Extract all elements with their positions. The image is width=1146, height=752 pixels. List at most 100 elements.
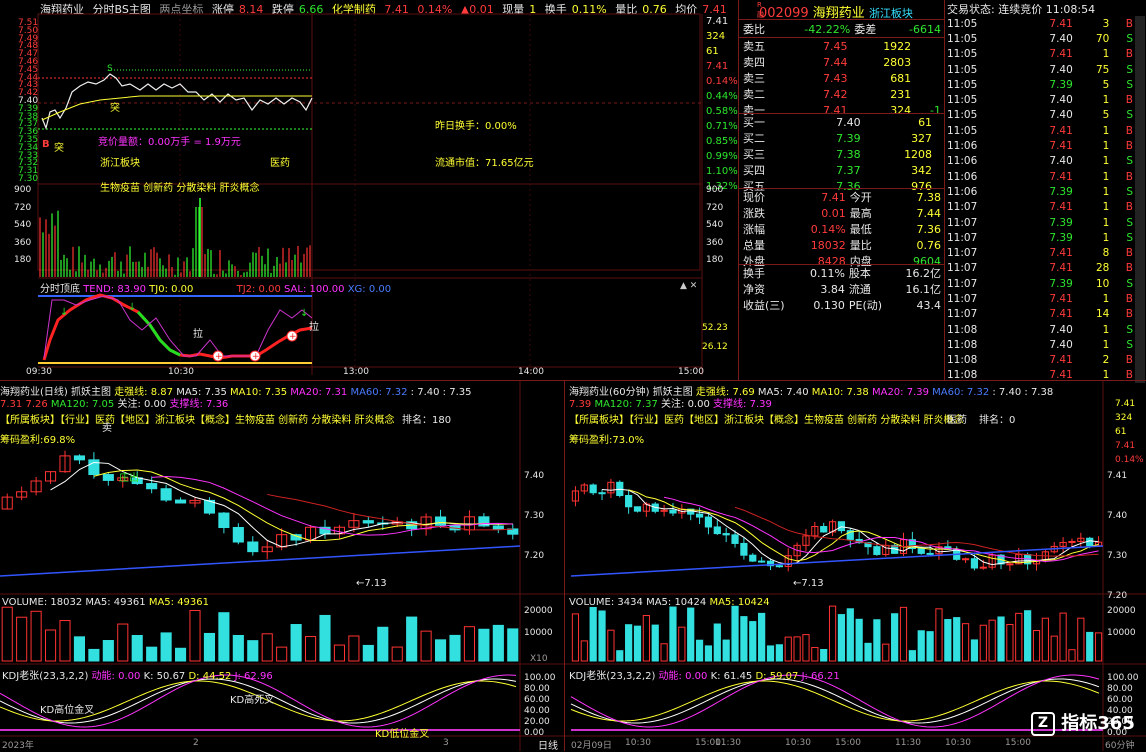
- tick-volume: 1: [1102, 231, 1110, 244]
- tick-row[interactable]: 11:06 7.41 1 B: [945, 138, 1145, 154]
- tick-row[interactable]: 11:06 7.41 1 B: [945, 168, 1145, 185]
- quote-row[interactable]: 卖五 7.45 1922: [741, 38, 943, 54]
- hourly-panel[interactable]: 海翔药业(60分钟) 抓妖主图 走强线: 7.69 MA5: 7.40 MA10…: [564, 380, 1146, 751]
- tick-row[interactable]: 11:05 7.40 70 S: [945, 31, 1145, 47]
- hourly-time-tick: 15:00: [835, 738, 861, 748]
- tick-row[interactable]: 11:07 7.41 14 B: [945, 306, 1145, 322]
- volume-bar: [660, 643, 668, 662]
- tick-row[interactable]: 11:07 7.41 1 B: [945, 291, 1145, 307]
- tick-time: 11:07: [947, 262, 978, 275]
- tick-row[interactable]: 11:05 7.41 1 B: [945, 123, 1145, 139]
- tick-row[interactable]: 11:05 7.40 1 B: [945, 92, 1145, 108]
- avg-line: [41, 95, 312, 121]
- quote-row[interactable]: 卖三 7.43 681: [741, 70, 943, 86]
- ticks-panel[interactable]: 交易状态: 连续竞价 11:08:54 11:05 7.41 3 B 11:05 7.40…: [944, 0, 1146, 384]
- quote-panel[interactable]: R 融 002099 海翔药业 浙江板块 委比 -42.22% 委差 -6614 卖五…: [738, 0, 945, 380]
- volume-bar: [678, 626, 686, 662]
- tick-row[interactable]: 11:07 7.39 1 S: [945, 230, 1145, 246]
- indicator-close-icon[interactable]: ▲ ✕: [680, 281, 697, 291]
- volume-bar: [766, 645, 775, 662]
- tick-row[interactable]: 11:07 7.41 28 B: [945, 260, 1145, 277]
- tick-row[interactable]: 11:07 7.41 8 B: [945, 245, 1145, 261]
- hourly-vol-name[interactable]: VOLUME: 3434: [569, 597, 643, 608]
- daily-panel[interactable]: 海翔药业(日线) 抓妖主图 走强线: 8.87 MA5: 7.35 MA10: …: [0, 380, 564, 752]
- quote-row[interactable]: 收益(三) 0.130 PE(动) 43.4: [741, 297, 943, 313]
- tick-row[interactable]: 11:08 7.40 1 S: [945, 337, 1145, 353]
- tu-mark: 突: [54, 143, 64, 154]
- kdj-axis-tick: 20.00: [524, 717, 550, 727]
- tick-row[interactable]: 11:07 7.39 1 S: [945, 214, 1145, 231]
- tick-volume: 10: [1095, 277, 1110, 290]
- hourly-support: 支撑线: 7.39: [713, 399, 772, 410]
- hourly-chart[interactable]: [565, 381, 1146, 751]
- quote-row[interactable]: 卖四 7.44 2803: [741, 54, 943, 70]
- tick-volume: 1: [1102, 48, 1110, 61]
- level-price: 7.39: [836, 131, 861, 145]
- volume-bar: [873, 619, 881, 662]
- volume-bar: [837, 614, 846, 662]
- tick-scroll: [1135, 214, 1145, 231]
- price-line: [41, 73, 313, 130]
- tick-row[interactable]: 11:05 7.41 1 B: [945, 46, 1145, 62]
- candle-body: [970, 558, 979, 569]
- tick-scroll: [1135, 230, 1145, 246]
- daily-chart[interactable]: [0, 381, 564, 751]
- quote-row[interactable]: 卖二 7.42 231: [741, 86, 943, 102]
- volume-bar: [1094, 632, 1103, 662]
- tick-price: 7.41: [1049, 247, 1073, 260]
- tu-mark-2: 突: [110, 103, 120, 114]
- hourly-kdj-name[interactable]: KDJ老张(23,3,2,2): [569, 671, 655, 682]
- candle-body: [633, 506, 642, 512]
- time-axis-tick: 15:00: [678, 367, 704, 377]
- level-label: 买四: [743, 164, 765, 177]
- candle-body: [820, 526, 828, 533]
- price-axis-tick: 7.20: [1107, 591, 1128, 601]
- level-price: 7.43: [822, 71, 848, 85]
- quote-row[interactable]: 买三 7.38 1208: [741, 146, 943, 162]
- quote-row[interactable]: 现价 7.41 今开 7.38: [741, 189, 943, 205]
- tick-row[interactable]: 11:06 7.39 1 S: [945, 184, 1145, 200]
- tick-price: 7.41: [1049, 262, 1073, 275]
- indicator-name[interactable]: 分时顶底: [40, 284, 80, 295]
- time-axis-tick: 13:00: [343, 367, 369, 377]
- volume-bar: [687, 607, 695, 662]
- stat-label: 今开: [849, 191, 872, 204]
- daily-kdj-name[interactable]: KDJ老张(23,3,2,2): [2, 671, 88, 682]
- level-price: 7.40: [836, 115, 861, 129]
- quote-row[interactable]: 买一 7.40 61: [741, 114, 943, 130]
- volume-bar: [73, 636, 85, 662]
- quote-row[interactable]: 涨跌 0.01 最高 7.44: [741, 205, 943, 221]
- quote-row[interactable]: 买四 7.37 342: [741, 162, 943, 178]
- buy-book[interactable]: 买一 7.40 61 买二 7.39 327 买三 7.38 1208 买四 7.37 342 买五 7.…: [741, 114, 943, 194]
- quote-row[interactable]: 总量 18032 量比 0.76: [741, 237, 943, 253]
- daily-header-2: 7.31 7.26 MA120: 7.05 关注: 0.00 支撑线: 7.36: [0, 395, 228, 410]
- quote-row[interactable]: 买二 7.39 327: [741, 130, 943, 146]
- quote-row[interactable]: 换手 0.11% 股本 16.2亿: [741, 265, 943, 281]
- tick-row[interactable]: 11:05 7.40 75 S: [945, 61, 1145, 78]
- tick-volume: 1: [1102, 338, 1110, 351]
- tick-row[interactable]: 11:05 7.40 5 S: [945, 107, 1145, 124]
- tick-row[interactable]: 11:08 7.41 2 B: [945, 352, 1145, 368]
- tick-row[interactable]: 11:07 7.41 1 B: [945, 199, 1145, 215]
- tick-row[interactable]: 11:07 7.39 10 S: [945, 276, 1145, 292]
- tick-list[interactable]: 11:05 7.41 3 B 11:05 7.40 70 S 11:05 7.41 1 B 11:05 7…: [945, 16, 1145, 384]
- stat-value: 43.4: [916, 298, 942, 312]
- tick-price: 7.41: [1049, 201, 1073, 214]
- tick-row[interactable]: 11:05 7.39 5 S: [945, 77, 1145, 93]
- volume-bar: [102, 640, 114, 662]
- daily-vol-name[interactable]: VOLUME: 18032: [2, 597, 82, 608]
- tick-row[interactable]: 11:05 7.41 3 B: [945, 16, 1145, 32]
- daily-ma10: MA10: 7.35: [230, 387, 288, 398]
- tick-row[interactable]: 11:06 7.40 1 S: [945, 153, 1145, 169]
- tend-value: TEND: 83.90: [83, 284, 146, 295]
- sell-book[interactable]: 卖五 7.45 1922 卖四 7.44 2803 卖三 7.43 681 卖二 7.42 231 卖一…: [741, 38, 943, 118]
- tick-row[interactable]: 11:08 7.40 1 S: [945, 321, 1145, 338]
- daily-zhuang: 庄出: [119, 473, 139, 484]
- volume-bar: [997, 616, 1005, 662]
- tick-scroll: [1135, 92, 1145, 108]
- hourly-time-tick: 10:30: [625, 738, 651, 748]
- quote-row[interactable]: 净资 3.84 流通 16.1亿: [741, 281, 943, 297]
- hourly-vol-header: VOLUME: 3434 MA5: 10424 MA5: 10424: [569, 597, 770, 608]
- intraday-panel[interactable]: 海翔药业 分时BS主图 两点坐标 涨停 8.14 跌停 6.66 化学制药 7.41…: [0, 0, 738, 380]
- quote-row[interactable]: 涨幅 0.14% 最低 7.36: [741, 221, 943, 237]
